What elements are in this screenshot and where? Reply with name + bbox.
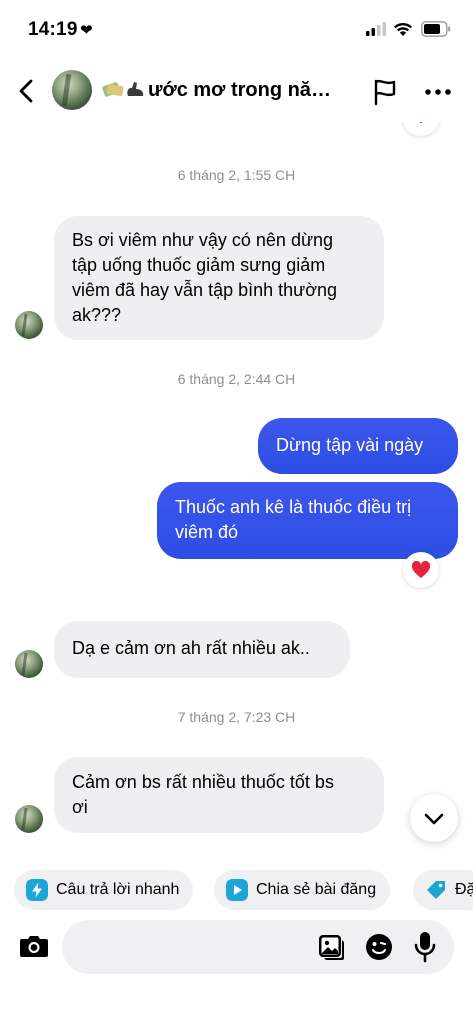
message-thread[interactable]: 6 tháng 2, 1:55 CH Bs ơi viêm như vậy có… [0, 122, 473, 862]
message-line: Dừng tập vài ngày [276, 435, 424, 455]
chat-title-text: ước mơ trong năm... [148, 79, 342, 101]
header-avatar[interactable] [52, 70, 92, 110]
message-input[interactable] [62, 920, 454, 974]
microphone-icon[interactable] [410, 930, 440, 964]
sender-avatar[interactable] [15, 805, 43, 833]
heart-reaction-partial [403, 122, 439, 136]
gallery-icon[interactable] [316, 932, 346, 962]
incoming-message[interactable]: Bs ơi viêm như vậy có nên dừng tập uống … [54, 216, 384, 340]
flag-icon[interactable] [370, 77, 400, 107]
chat-header: ước mơ trong năm... [0, 60, 473, 122]
message-composer [0, 920, 473, 976]
money-bag-flexed-biceps-icon [102, 82, 144, 97]
tag-icon [427, 881, 445, 899]
message-line: viêm đã hay vẫn tập bình thường [72, 280, 338, 300]
tag-chip[interactable]: Đặ [413, 870, 473, 910]
chip-label: Chia sẻ bài đăng [256, 881, 377, 898]
heart-icon [411, 561, 431, 579]
outgoing-message[interactable]: Dừng tập vài ngày [258, 418, 458, 474]
battery-icon [421, 21, 451, 37]
more-options-icon[interactable] [424, 87, 452, 97]
heart-reaction[interactable] [403, 552, 439, 588]
message-line: Cảm ơn bs rất nhiều thuốc tốt bs [72, 772, 334, 792]
cellular-signal-icon [366, 22, 386, 36]
status-bar: 14:19 ❤ [0, 0, 473, 60]
scroll-to-bottom-button[interactable] [410, 794, 458, 842]
sender-avatar[interactable] [15, 650, 43, 678]
status-time: 14:19 [28, 19, 78, 40]
camera-icon[interactable] [14, 926, 54, 966]
message-line: ak??? [72, 305, 122, 325]
timestamp: 6 tháng 2, 2:44 CH [177, 371, 296, 387]
sender-avatar[interactable] [15, 311, 43, 339]
chevron-down-icon [424, 813, 444, 825]
timestamp: 6 tháng 2, 1:55 CH [177, 167, 296, 183]
share-post-chip[interactable]: Chia sẻ bài đăng [214, 870, 391, 910]
message-line: ơi [72, 797, 88, 817]
outgoing-message[interactable]: Thuốc anh kê là thuốc điều trị viêm đó [157, 482, 458, 559]
quick-actions-row: Câu trả lời nhanh Chia sẻ bài đăng Đặ [0, 870, 473, 912]
status-heart-icon: ❤ [80, 22, 93, 39]
back-arrow-icon[interactable] [14, 76, 40, 106]
wifi-icon [394, 22, 412, 36]
timestamp: 7 tháng 2, 7:23 CH [177, 709, 296, 725]
chip-label: Đặ [455, 881, 473, 898]
message-line: viêm đó [175, 522, 239, 542]
chip-label: Câu trả lời nhanh [56, 881, 180, 898]
chat-title[interactable]: ước mơ trong năm... [102, 79, 342, 102]
incoming-message[interactable]: Dạ e cảm ơn ah rất nhiều ak.. [54, 621, 350, 678]
message-line: Dạ e cảm ơn ah rất nhiều ak.. [72, 638, 310, 658]
message-line: Bs ơi viêm như vậy có nên dừng [72, 230, 334, 250]
play-icon [226, 879, 248, 901]
quick-replies-chip[interactable]: Câu trả lời nhanh [14, 870, 194, 910]
lightning-icon [26, 879, 48, 901]
incoming-message[interactable]: Cảm ơn bs rất nhiều thuốc tốt bs ơi [54, 757, 384, 833]
message-line: tập uống thuốc giảm sưng giảm [72, 255, 326, 275]
heart-icon [419, 122, 423, 124]
sticker-icon[interactable] [364, 932, 394, 962]
message-line: Thuốc anh kê là thuốc điều trị [175, 497, 412, 517]
